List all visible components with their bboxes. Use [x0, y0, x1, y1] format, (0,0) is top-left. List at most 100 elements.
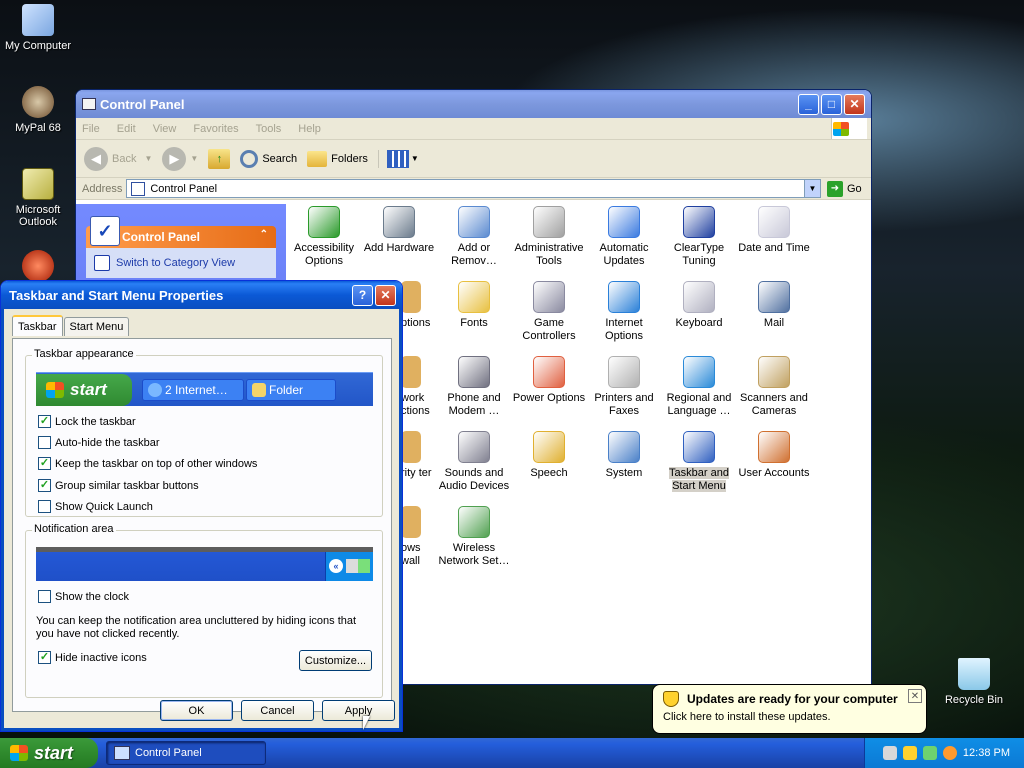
address-input[interactable]: Control Panel ▼	[126, 179, 821, 198]
automatic-updates-icon	[608, 206, 640, 238]
cp-item-system[interactable]: System	[586, 431, 662, 480]
taskbar-button-control-panel[interactable]: Control Panel	[106, 741, 266, 765]
cp-item-internet-options[interactable]: Internet Options	[586, 281, 662, 343]
show-clock-checkbox[interactable]: Show the clock	[38, 590, 129, 603]
desktop-icon-mypal[interactable]: MyPal 68	[0, 86, 76, 134]
keyboard-icon[interactable]	[882, 746, 897, 760]
desktop-icon-outlook[interactable]: Microsoft Outlook	[0, 168, 76, 228]
cp-item-administrative-tools[interactable]: Administrative Tools	[511, 206, 587, 268]
control-panel-titlebar[interactable]: Control Panel _ □ ✕	[76, 90, 871, 118]
forward-button[interactable]: ▶ ▼	[162, 146, 198, 171]
desktop-icon-my-computer[interactable]: My Computer	[0, 4, 76, 52]
auto-hide-checkbox[interactable]: Auto-hide the taskbar	[38, 436, 160, 449]
checkbox-box[interactable]	[38, 590, 51, 603]
quick-launch-checkbox[interactable]: Show Quick Launch	[38, 500, 153, 513]
hide-inactive-checkbox[interactable]: ✓ Hide inactive icons	[38, 651, 147, 664]
cp-item-phone-and-modem[interactable]: Phone and Modem …	[436, 356, 512, 418]
customize-button[interactable]: Customize...	[299, 650, 372, 671]
go-button[interactable]: ➜ Go	[821, 180, 871, 197]
balloon-text[interactable]: Click here to install these updates.	[663, 711, 916, 723]
group-title: Notification area	[32, 523, 116, 535]
cp-item-partial[interactable]: ptions	[401, 281, 441, 330]
cp-item-cleartype-tuning[interactable]: ClearType Tuning	[661, 206, 737, 268]
search-button[interactable]: Search	[240, 149, 297, 168]
menu-help[interactable]: Help	[298, 123, 321, 135]
security-shield-icon[interactable]	[902, 746, 917, 760]
tab-taskbar[interactable]: Taskbar	[12, 315, 63, 336]
checkbox-box[interactable]: ✓	[38, 479, 51, 492]
dialog-close-button[interactable]: ✕	[375, 284, 396, 306]
search-icon[interactable]	[942, 746, 957, 760]
cp-item-scanners-and-cameras[interactable]: Scanners and Cameras	[736, 356, 812, 418]
taskbar-properties-dialog[interactable]: Taskbar and Start Menu Properties ? ✕ Ta…	[0, 280, 403, 732]
menu-view[interactable]: View	[153, 123, 177, 135]
ok-button[interactable]: OK	[160, 700, 233, 721]
cp-item-fonts[interactable]: Fonts	[436, 281, 512, 330]
cp-item-user-accounts[interactable]: User Accounts	[736, 431, 812, 480]
start-button[interactable]: start	[0, 738, 98, 768]
tray-icons	[346, 559, 370, 573]
windows-logo-icon	[831, 118, 867, 139]
checkbox-box[interactable]: ✓	[38, 457, 51, 470]
taskbar: start Control Panel 12:38 PM	[0, 738, 1024, 768]
close-button[interactable]: ✕	[844, 93, 865, 115]
cp-item-partial[interactable]: work ctions	[401, 356, 441, 418]
preview-tray: «	[325, 552, 373, 581]
group-buttons-checkbox[interactable]: ✓ Group similar taskbar buttons	[38, 479, 199, 492]
cp-item-mail[interactable]: Mail	[736, 281, 812, 330]
checkbox-box[interactable]: ✓	[38, 415, 51, 428]
checkbox-box[interactable]	[38, 436, 51, 449]
menu-tools[interactable]: Tools	[256, 123, 282, 135]
clock[interactable]: 12:38 PM	[963, 747, 1010, 759]
cp-item-partial[interactable]: rity ter	[401, 431, 441, 480]
cp-item-add-or-remov[interactable]: Add or Remov…	[436, 206, 512, 268]
up-button[interactable]: ↑	[208, 148, 231, 169]
cp-item-keyboard[interactable]: Keyboard	[661, 281, 737, 330]
keep-on-top-checkbox[interactable]: ✓ Keep the taskbar on top of other windo…	[38, 457, 257, 470]
cp-item-add-hardware[interactable]: Add Hardware	[361, 206, 437, 255]
cp-item-regional-and-language[interactable]: Regional and Language …	[661, 356, 737, 418]
maximize-button[interactable]: □	[821, 93, 842, 115]
views-button[interactable]: ▼	[377, 149, 419, 168]
menu-edit[interactable]: Edit	[117, 123, 136, 135]
menu-favorites[interactable]: Favorites	[193, 123, 238, 135]
cp-item-game-controllers[interactable]: Game Controllers	[511, 281, 587, 343]
network-icon[interactable]	[922, 746, 937, 760]
apply-button[interactable]: Apply	[322, 700, 395, 721]
dialog-titlebar[interactable]: Taskbar and Start Menu Properties ? ✕	[1, 281, 402, 309]
balloon-close-button[interactable]: ✕	[908, 689, 922, 703]
dialog-body: Taskbar Start Menu Taskbar appearance st…	[1, 309, 402, 731]
cp-item-wireless-network-set[interactable]: Wireless Network Set…	[436, 506, 512, 568]
address-dropdown-button[interactable]: ▼	[804, 180, 820, 197]
desktop-icon-recycle-bin[interactable]: Recycle Bin	[936, 658, 1012, 706]
help-button[interactable]: ?	[352, 284, 373, 306]
collapse-chevron-icon[interactable]: ⌃	[260, 229, 268, 240]
task-pane-header[interactable]: ✓ Control Panel ⌃	[86, 216, 276, 248]
cp-item-taskbar-and-start-menu[interactable]: Taskbar and Start Menu	[661, 431, 737, 493]
lock-taskbar-checkbox[interactable]: ✓ Lock the taskbar	[38, 415, 136, 428]
checkbox-box[interactable]	[38, 500, 51, 513]
preview-start-button: start	[36, 374, 132, 406]
cp-item-accessibility-options[interactable]: Accessibility Options	[286, 206, 362, 268]
cp-item-power-options[interactable]: Power Options	[511, 356, 587, 405]
back-button[interactable]: ◀ Back ▼	[84, 146, 152, 171]
cp-item-partial[interactable]: ows wall	[401, 506, 441, 568]
cp-item-speech[interactable]: Speech	[511, 431, 587, 480]
minimize-button[interactable]: _	[798, 93, 819, 115]
folders-button[interactable]: Folders	[307, 150, 368, 167]
cp-item-label: System	[605, 467, 643, 479]
tab-start-menu[interactable]: Start Menu	[63, 317, 130, 336]
switch-to-category-view-link[interactable]: Switch to Category View	[86, 248, 276, 278]
menu-file[interactable]: File	[82, 123, 100, 135]
cleartype-tuning-icon	[683, 206, 715, 238]
updates-balloon[interactable]: Updates are ready for your computer ✕ Cl…	[652, 684, 927, 734]
cancel-button[interactable]: Cancel	[241, 700, 314, 721]
cp-item-label: Add Hardware	[363, 242, 435, 254]
cp-item-automatic-updates[interactable]: Automatic Updates	[586, 206, 662, 268]
checkbox-box[interactable]: ✓	[38, 651, 51, 664]
cp-item-sounds-and-audio-devices[interactable]: Sounds and Audio Devices	[436, 431, 512, 493]
internet-explorer-icon	[148, 383, 162, 397]
cp-item-date-and-time[interactable]: Date and Time	[736, 206, 812, 255]
cp-item-printers-and-faxes[interactable]: Printers and Faxes	[586, 356, 662, 418]
mail-icon	[758, 281, 790, 313]
